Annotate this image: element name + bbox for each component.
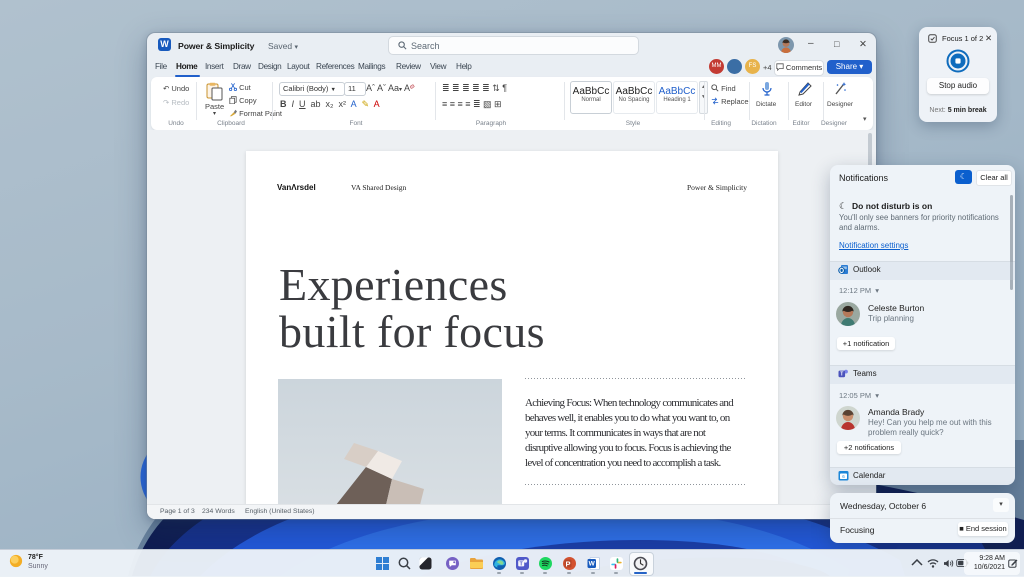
svg-text:P: P: [565, 559, 570, 568]
svg-text:T: T: [840, 372, 843, 378]
svg-text:W: W: [589, 561, 596, 568]
